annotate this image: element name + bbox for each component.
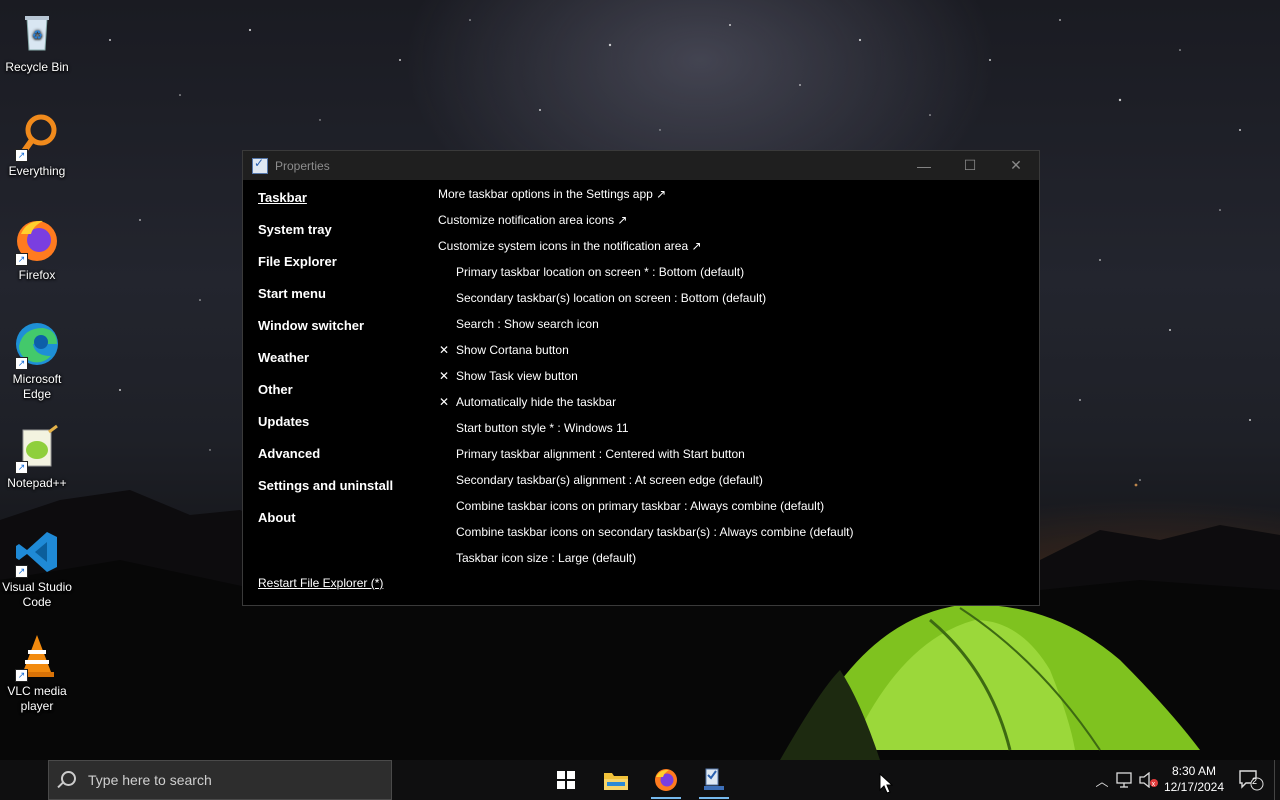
option-system-icons-link[interactable]: Customize system icons in the notificati… (438, 239, 702, 253)
recycle-bin-icon: ♻ (13, 8, 61, 56)
desktop-icon-label: Visual Studio Code (2, 580, 72, 609)
option-search[interactable]: Search : Show search icon (456, 317, 599, 331)
window-title: Properties (275, 158, 330, 173)
option-secondary-location[interactable]: Secondary taskbar(s) location on screen … (456, 291, 766, 305)
option-icon-size[interactable]: Taskbar icon size : Large (default) (456, 551, 636, 565)
volume-button[interactable]: x (1138, 760, 1160, 800)
start-button[interactable] (545, 760, 587, 800)
firefox-icon (655, 769, 677, 791)
option-combine-primary[interactable]: Combine taskbar icons on primary taskbar… (456, 499, 824, 513)
nav-item-window-switcher[interactable]: Window switcher (258, 318, 364, 333)
desktop-icon-label: Microsoft Edge (12, 372, 62, 401)
maximize-button[interactable]: ☐ (947, 151, 993, 180)
show-hidden-icons-button[interactable]: ︿ (1092, 760, 1112, 800)
notification-count-badge: 2 (1252, 776, 1258, 786)
nav-item-other[interactable]: Other (258, 382, 293, 397)
desktop-icon-label: Everything (8, 164, 66, 178)
action-center-button[interactable]: 2 (1236, 760, 1266, 800)
taskbar-file-explorer[interactable] (595, 760, 637, 800)
option-primary-location[interactable]: Primary taskbar location on screen * : B… (456, 265, 744, 279)
option-notification-icons-link[interactable]: Customize notification area icons ↗ (438, 213, 627, 227)
shortcut-arrow-icon: ↗ (15, 461, 28, 474)
svg-text:♻: ♻ (32, 28, 43, 42)
shortcut-arrow-icon: ↗ (15, 253, 28, 266)
mouse-cursor-icon (879, 773, 893, 794)
option-combine-secondary[interactable]: Combine taskbar icons on secondary taskb… (456, 525, 854, 539)
shortcut-arrow-icon: ↗ (15, 669, 28, 682)
option-label: Automatically hide the taskbar (456, 395, 617, 409)
nav-item-updates[interactable]: Updates (258, 414, 309, 429)
desktop-icon-recycle-bin[interactable]: ♻ Recycle Bin (0, 8, 74, 75)
minimize-button[interactable]: — (901, 151, 947, 180)
file-explorer-icon (604, 773, 628, 790)
nav-item-system-tray[interactable]: System tray (258, 222, 332, 237)
everything-icon: ↗ (13, 112, 61, 162)
vscode-icon: ↗ (13, 528, 61, 578)
nav-item-start-menu[interactable]: Start menu (258, 286, 326, 301)
taskbar: Type here to search ︿ x 8:30 AM 12/17/20… (0, 760, 1280, 800)
desktop-icon-edge[interactable]: ↗ Microsoft Edge (0, 320, 74, 402)
start-icon (557, 771, 575, 789)
nav-item-settings-and-uninstall[interactable]: Settings and uninstall (258, 478, 393, 493)
nav-item-advanced[interactable]: Advanced (258, 446, 320, 461)
desktop-icon-vscode[interactable]: ↗ Visual Studio Code (0, 528, 74, 610)
svg-text:x: x (1152, 781, 1156, 788)
close-button[interactable]: ✕ (993, 151, 1039, 180)
properties-app-icon (252, 156, 268, 174)
network-icon (1116, 772, 1132, 788)
properties-app-icon (704, 768, 724, 790)
chevron-up-icon: ︿ (1095, 773, 1109, 789)
desktop-icon-vlc[interactable]: ↗ VLC media player (0, 632, 74, 714)
search-placeholder: Type here to search (88, 772, 212, 788)
desktop-icon-firefox[interactable]: ↗ Firefox (0, 216, 74, 283)
checked-icon: ✕ (439, 369, 450, 383)
search-box[interactable]: Type here to search (48, 760, 392, 800)
desktop-icon-label: VLC media player (7, 684, 67, 713)
nav-item-about[interactable]: About (258, 510, 296, 525)
option-task-view-toggle[interactable]: ✕ Show Task view button (439, 369, 578, 383)
desktop-icon-notepadpp[interactable]: ↗ Notepad++ (0, 424, 74, 491)
notification-icon (1239, 770, 1264, 791)
show-desktop-button[interactable] (1274, 760, 1280, 800)
window-titlebar[interactable]: Properties — ☐ ✕ (243, 151, 1039, 180)
option-label: Show Cortana button (456, 343, 569, 357)
option-primary-alignment[interactable]: Primary taskbar alignment : Centered wit… (456, 447, 745, 461)
vlc-icon: ↗ (13, 632, 61, 682)
desktop-icon-label: Firefox (18, 268, 56, 282)
volume-muted-icon: x (1139, 772, 1158, 788)
option-autohide-toggle[interactable]: ✕ Automatically hide the taskbar (439, 395, 617, 409)
shortcut-arrow-icon: ↗ (15, 565, 28, 578)
edge-icon: ↗ (13, 320, 61, 370)
firefox-icon: ↗ (13, 216, 61, 266)
clock-button[interactable]: 8:30 AM 12/17/2024 (1158, 763, 1230, 795)
clock-time: 8:30 AM (1171, 764, 1217, 778)
checked-icon: ✕ (439, 395, 450, 409)
option-label: Show Task view button (456, 369, 578, 383)
shortcut-arrow-icon: ↗ (15, 357, 28, 370)
checked-icon: ✕ (439, 343, 450, 357)
clock-date: 12/17/2024 (1163, 780, 1225, 794)
nav-item-weather[interactable]: Weather (258, 350, 309, 365)
restart-file-explorer-link[interactable]: Restart File Explorer (*) (258, 576, 383, 590)
network-button[interactable] (1114, 760, 1136, 800)
option-secondary-alignment[interactable]: Secondary taskbar(s) alignment : At scre… (456, 473, 763, 487)
properties-window: Properties — ☐ ✕ Taskbar System tray Fil… (242, 150, 1040, 606)
option-settings-app-link[interactable]: More taskbar options in the Settings app… (438, 187, 666, 201)
desktop-icon-label: Notepad++ (7, 476, 67, 490)
search-icon (61, 771, 76, 786)
shortcut-arrow-icon: ↗ (15, 149, 28, 162)
notepadpp-icon: ↗ (13, 424, 61, 474)
taskbar-firefox[interactable] (645, 760, 687, 800)
desktop-icon-everything[interactable]: ↗ Everything (0, 112, 74, 179)
nav-item-file-explorer[interactable]: File Explorer (258, 254, 337, 269)
nav-item-taskbar[interactable]: Taskbar (258, 190, 307, 205)
desktop-icon-label: Recycle Bin (5, 60, 69, 74)
taskbar-properties-app[interactable] (693, 760, 735, 800)
option-cortana-toggle[interactable]: ✕ Show Cortana button (439, 343, 569, 357)
option-start-button-style[interactable]: Start button style * : Windows 11 (456, 421, 629, 435)
